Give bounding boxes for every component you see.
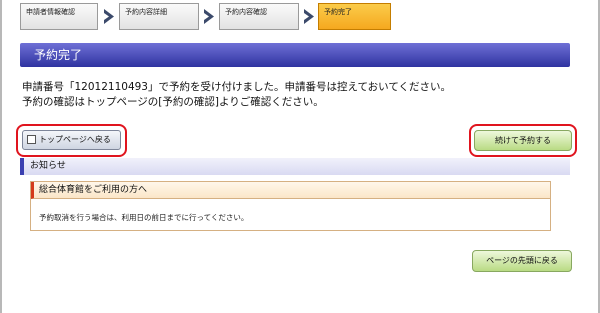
step-label: 予約内容確認 bbox=[225, 8, 267, 16]
back-to-page-top-button[interactable]: ページの先頭に戻る bbox=[472, 250, 572, 272]
confirmation-instruction: 予約の確認はトップページの[予約の確認]よりご確認ください。 bbox=[22, 96, 324, 108]
chevron-right-icon bbox=[104, 9, 114, 24]
window-frame-left bbox=[0, 0, 2, 313]
notice-box-title: 総合体育館をご利用の方へ bbox=[31, 182, 550, 199]
notice-box-body: 予約取消を行う場合は、利用日の前日までに行ってください。 bbox=[39, 213, 249, 222]
page-title: 予約完了 bbox=[20, 43, 570, 67]
back-to-top-page-label: トップページへ戻る bbox=[39, 135, 111, 144]
step-reservation-confirm: 予約内容確認 bbox=[219, 3, 299, 30]
chevron-right-icon bbox=[304, 9, 314, 24]
step-applicant-confirm: 申請者情報確認 bbox=[20, 3, 98, 30]
step-label: 申請者情報確認 bbox=[26, 8, 75, 16]
continue-reservation-button[interactable]: 続けて予約する bbox=[474, 130, 572, 151]
continue-reservation-label: 続けて予約する bbox=[495, 136, 551, 145]
home-icon bbox=[27, 135, 36, 144]
notice-section-header: お知らせ bbox=[20, 158, 570, 175]
step-reservation-complete: 予約完了 bbox=[318, 3, 391, 30]
notice-box: 総合体育館をご利用の方へ 予約取消を行う場合は、利用日の前日までに行ってください… bbox=[30, 181, 551, 231]
step-reservation-detail: 予約内容詳細 bbox=[119, 3, 199, 30]
completion-message: 申請番号「12012110493」で予約を受け付けました。申請番号は控えておいて… bbox=[22, 81, 452, 93]
back-to-top-page-button[interactable]: トップページへ戻る bbox=[22, 130, 121, 150]
back-to-page-top-label: ページの先頭に戻る bbox=[486, 256, 558, 265]
chevron-right-icon bbox=[204, 9, 214, 24]
step-label: 予約完了 bbox=[324, 8, 352, 16]
step-label: 予約内容詳細 bbox=[125, 8, 167, 16]
